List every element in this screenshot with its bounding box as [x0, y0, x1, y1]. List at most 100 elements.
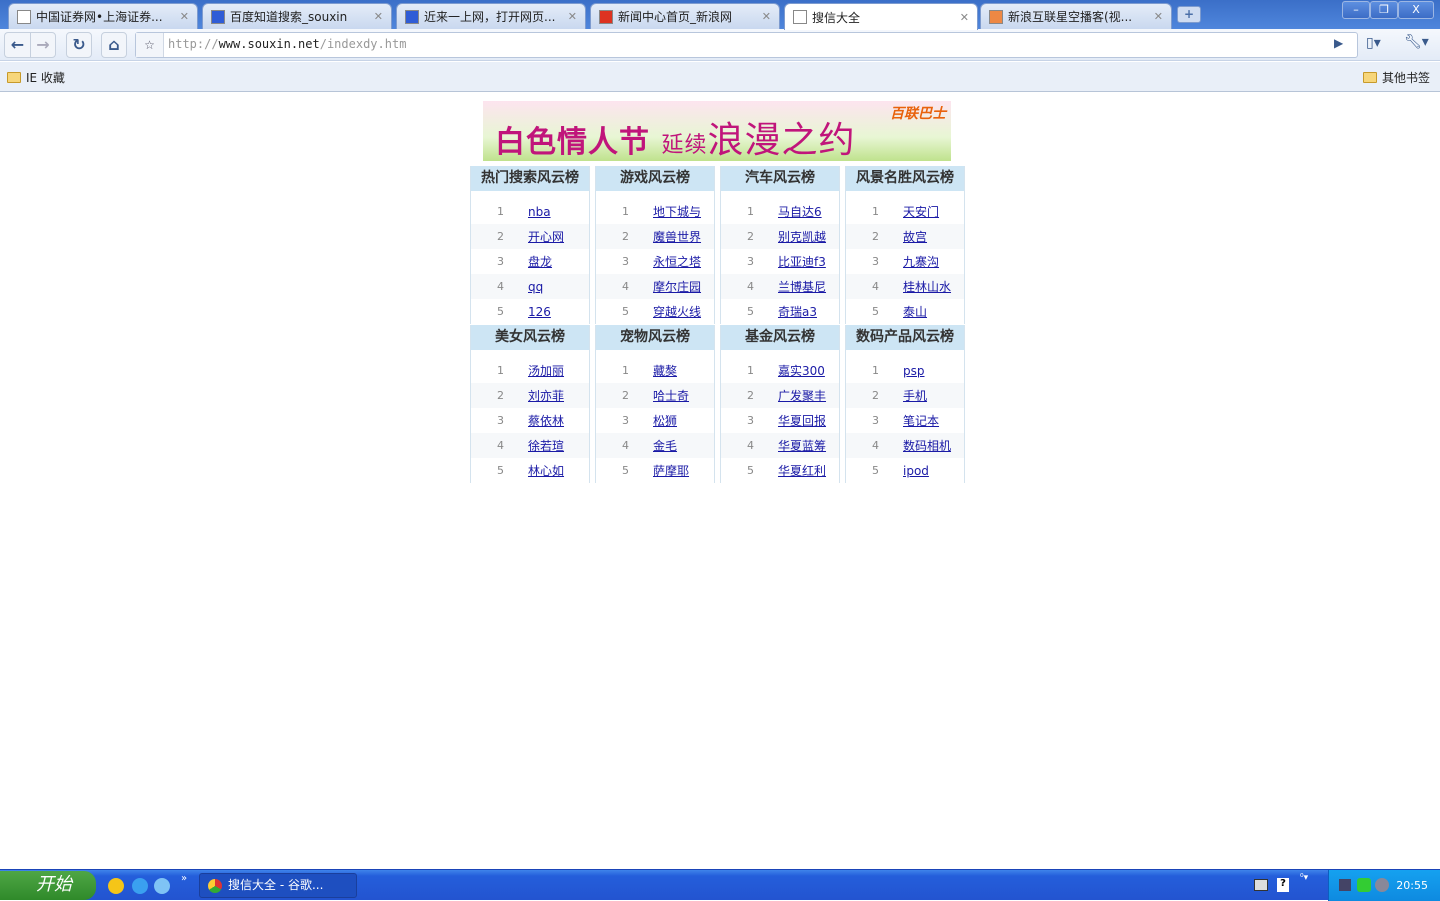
restore-button[interactable]: ❐ — [1370, 1, 1398, 19]
go-icon[interactable]: ▶ — [1334, 36, 1343, 50]
keyword-link[interactable]: 别克凯越 — [778, 228, 826, 245]
rank-number: 5 — [747, 464, 754, 477]
tab[interactable]: 搜信大全 ✕ — [784, 3, 978, 30]
baidu-paw-icon — [211, 9, 225, 24]
rank-number: 4 — [747, 439, 754, 452]
qq-tray-icon[interactable] — [1357, 878, 1371, 892]
page-menu-icon[interactable]: ▯▾ — [1366, 35, 1381, 51]
help-icon[interactable]: ? — [1277, 878, 1289, 892]
bookmark-folder-other[interactable]: 其他书签 — [1363, 69, 1430, 86]
keyword-link[interactable]: 松狮 — [653, 412, 677, 429]
close-tab-icon[interactable]: ✕ — [960, 11, 969, 24]
keyword-link[interactable]: 广发聚丰 — [778, 387, 826, 404]
keyword-link[interactable]: 天安门 — [903, 203, 939, 220]
list-item: 4 华夏蓝筹 — [721, 433, 839, 458]
close-tab-icon[interactable]: ✕ — [762, 10, 771, 23]
rank-number: 5 — [622, 464, 629, 477]
address-bar[interactable]: ☆ http://www.souxin.net/indexdy.htm — [135, 32, 1358, 58]
keyboard-icon[interactable] — [1254, 879, 1268, 891]
keyword-link[interactable]: 126 — [528, 305, 551, 319]
keyword-link[interactable]: 华夏红利 — [778, 462, 826, 479]
keyword-link[interactable]: 桂林山水 — [903, 278, 951, 295]
home-button[interactable]: ⌂ — [101, 32, 127, 58]
tab[interactable]: 近来一上网，打开网页... ✕ — [396, 3, 586, 29]
rank-number: 3 — [872, 255, 879, 268]
keyword-link[interactable]: 华夏回报 — [778, 412, 826, 429]
rank-number: 3 — [872, 414, 879, 427]
rank-number: 2 — [872, 389, 879, 402]
quicklaunch-more-icon[interactable]: » — [181, 873, 187, 884]
keyword-link[interactable]: 藏獒 — [653, 362, 677, 379]
keyword-link[interactable]: 兰博基尼 — [778, 278, 826, 295]
keyword-link[interactable]: 哈士奇 — [653, 387, 689, 404]
keyword-link[interactable]: 魔兽世界 — [653, 228, 701, 245]
language-bar-icon[interactable]: ⁰▾ — [1300, 873, 1308, 883]
minimize-button[interactable]: – — [1342, 1, 1370, 19]
keyword-link[interactable]: 萨摩耶 — [653, 462, 689, 479]
tab[interactable]: 新浪互联星空播客(视... ✕ — [980, 3, 1172, 29]
ranking-board: 风景名胜风云榜 1 天安门 2 故宫 3 九寨沟 4 桂林山水 5 泰山 — [845, 166, 965, 324]
network-icon[interactable] — [1339, 879, 1351, 891]
keyword-link[interactable]: 永恒之塔 — [653, 253, 701, 270]
keyword-link[interactable]: 刘亦菲 — [528, 387, 564, 404]
ie-icon[interactable] — [132, 878, 148, 894]
keyword-link[interactable]: 马自达6 — [778, 203, 822, 220]
back-button[interactable]: ← — [4, 32, 30, 58]
keyword-link[interactable]: 九寨沟 — [903, 253, 939, 270]
keyword-link[interactable]: 盘龙 — [528, 253, 552, 270]
keyword-link[interactable]: 地下城与 — [653, 203, 701, 220]
tab[interactable]: 新闻中心首页_新浪网 ✕ — [590, 3, 780, 29]
keyword-link[interactable]: 徐若瑄 — [528, 437, 564, 454]
rank-number: 5 — [497, 464, 504, 477]
url-text[interactable]: http://www.souxin.net/indexdy.htm — [168, 37, 406, 51]
list-item: 1 psp — [846, 358, 964, 383]
media-player-icon[interactable] — [108, 878, 124, 894]
keyword-link[interactable]: 华夏蓝筹 — [778, 437, 826, 454]
keyword-link[interactable]: 手机 — [903, 387, 927, 404]
keyword-link[interactable]: 故宫 — [903, 228, 927, 245]
keyword-link[interactable]: 嘉实300 — [778, 362, 825, 379]
keyword-link[interactable]: 数码相机 — [903, 437, 951, 454]
keyword-link[interactable]: 开心网 — [528, 228, 564, 245]
keyword-link[interactable]: 笔记本 — [903, 412, 939, 429]
keyword-link[interactable]: 奇瑞a3 — [778, 303, 817, 320]
forward-button[interactable]: → — [30, 32, 56, 58]
tab[interactable]: 中国证券网•上海证券... ✕ — [8, 3, 198, 29]
new-tab-button[interactable]: + — [1177, 6, 1201, 23]
board-title: 汽车风云榜 — [721, 166, 839, 191]
star-icon[interactable]: ☆ — [136, 33, 164, 57]
close-tab-icon[interactable]: ✕ — [180, 10, 189, 23]
close-tab-icon[interactable]: ✕ — [374, 10, 383, 23]
close-tab-icon[interactable]: ✕ — [568, 10, 577, 23]
system-tray: 20:55 — [1328, 870, 1440, 901]
keyword-link[interactable]: nba — [528, 205, 551, 219]
banner-brand: 百联巴士 — [890, 106, 946, 122]
list-item: 3 比亚迪f3 — [721, 249, 839, 274]
ad-banner[interactable]: 白色情人节 延续浪漫之约 百联巴士 — [483, 101, 951, 161]
reload-button[interactable]: ↻ — [66, 32, 92, 58]
keyword-link[interactable]: 比亚迪f3 — [778, 253, 826, 270]
keyword-link[interactable]: 穿越火线 — [653, 303, 701, 320]
rank-number: 1 — [497, 205, 504, 218]
keyword-link[interactable]: 摩尔庄园 — [653, 278, 701, 295]
start-button[interactable]: 开始 — [0, 871, 96, 900]
keyword-link[interactable]: psp — [903, 364, 925, 378]
sina-podcast-icon — [989, 9, 1003, 24]
keyword-link[interactable]: 汤加丽 — [528, 362, 564, 379]
taskbar-window-chrome[interactable]: 搜信大全 - 谷歌... — [199, 873, 357, 898]
outlook-icon[interactable] — [154, 878, 170, 894]
list-item: 3 松狮 — [596, 408, 714, 433]
bookmark-folder-ie[interactable]: IE 收藏 — [7, 69, 65, 86]
keyword-link[interactable]: 蔡依林 — [528, 412, 564, 429]
keyword-link[interactable]: 金毛 — [653, 437, 677, 454]
wrench-menu-icon[interactable]: 🔧︎▾ — [1404, 34, 1429, 50]
close-window-button[interactable]: X — [1398, 1, 1434, 19]
tab[interactable]: 百度知道搜索_souxin ✕ — [202, 3, 392, 29]
keyword-link[interactable]: 泰山 — [903, 303, 927, 320]
close-tab-icon[interactable]: ✕ — [1154, 10, 1163, 23]
keyword-link[interactable]: ipod — [903, 464, 929, 478]
volume-icon[interactable] — [1375, 878, 1389, 892]
keyword-link[interactable]: qq — [528, 280, 543, 294]
keyword-link[interactable]: 林心如 — [528, 462, 564, 479]
list-item: 4 数码相机 — [846, 433, 964, 458]
